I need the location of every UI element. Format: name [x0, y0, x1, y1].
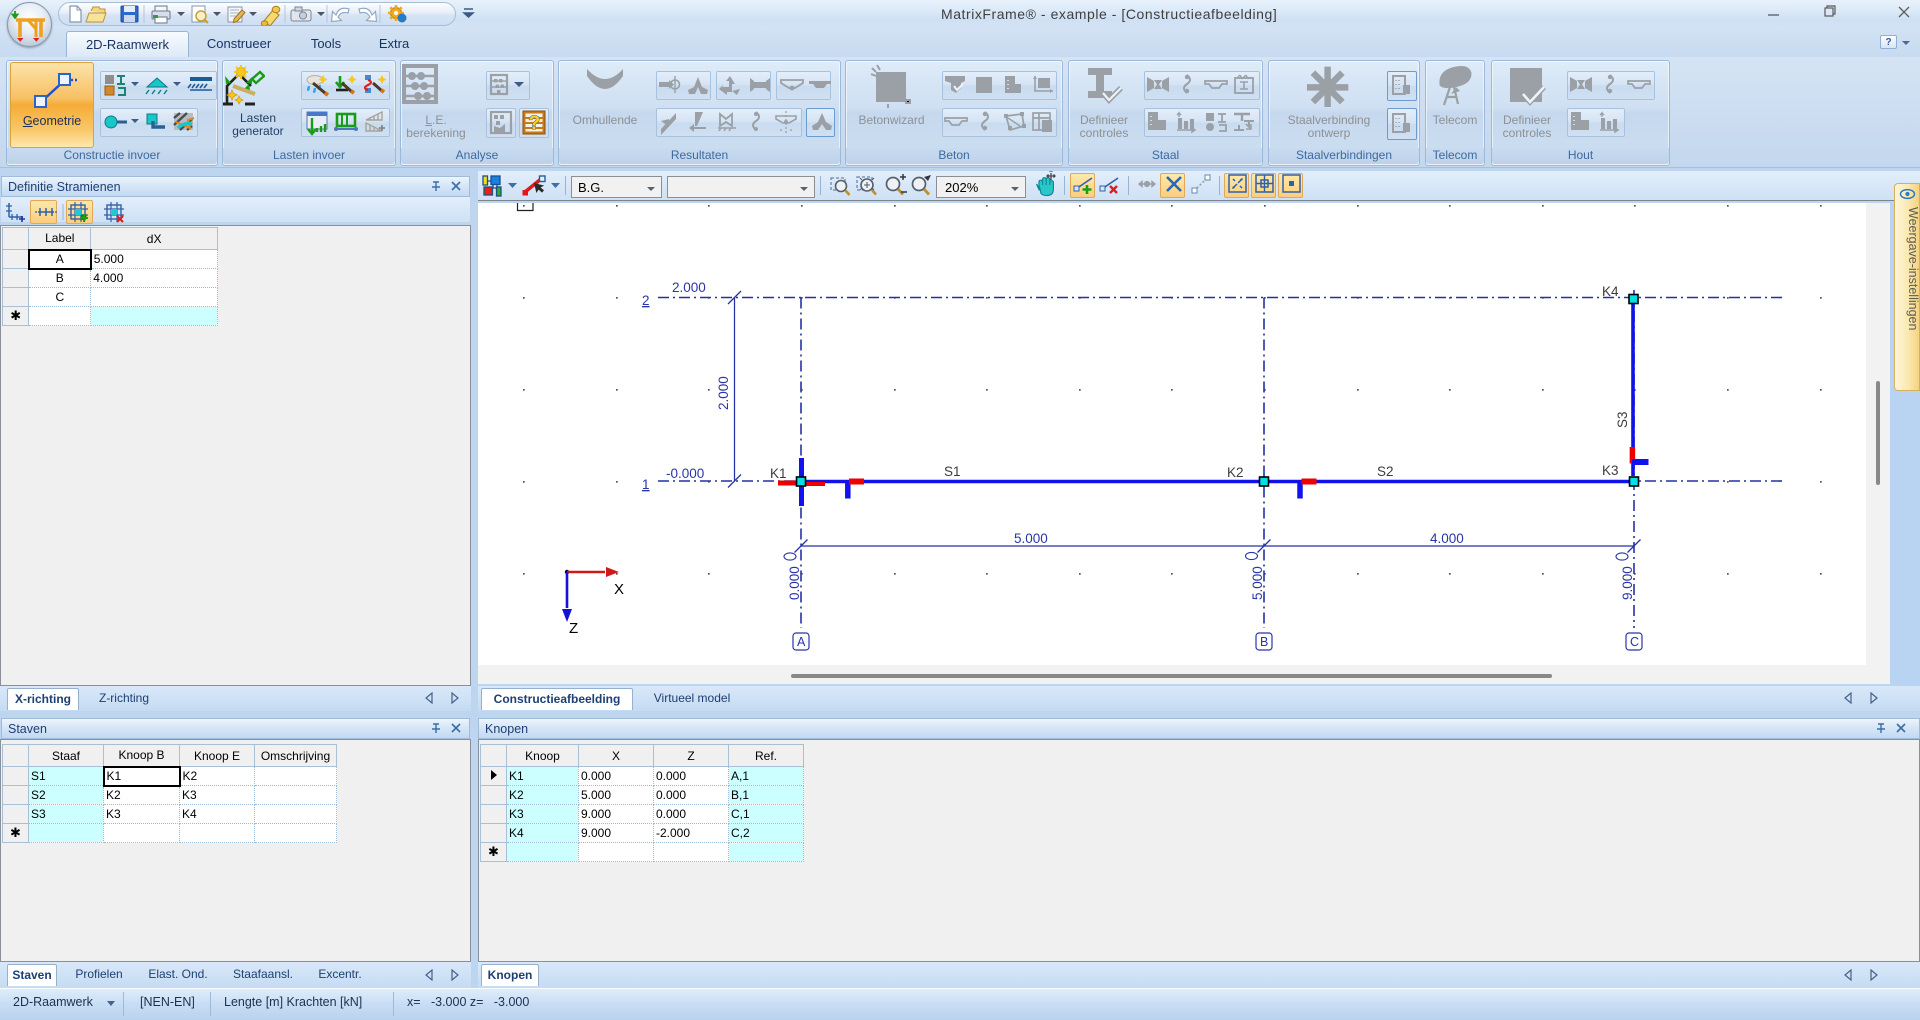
svg-text:?: ? — [529, 113, 541, 134]
svg-text:K2: K2 — [1227, 465, 1244, 480]
svg-text:-0.000: -0.000 — [666, 466, 704, 481]
svg-text:K3: K3 — [1602, 463, 1619, 478]
svg-text:C: C — [1630, 635, 1639, 649]
svg-text:S3: S3 — [1615, 411, 1630, 428]
svg-text:5.000: 5.000 — [1014, 531, 1048, 546]
svg-text:K4: K4 — [1602, 284, 1619, 299]
svg-text:2.000: 2.000 — [716, 376, 731, 410]
svg-text:9.000: 9.000 — [1620, 566, 1635, 600]
svg-text:S1: S1 — [944, 464, 961, 479]
svg-text:X: X — [614, 581, 624, 598]
svg-text:2: 2 — [642, 293, 650, 308]
svg-text:Z: Z — [569, 620, 578, 637]
svg-text:B: B — [1260, 635, 1268, 649]
svg-text:4.000: 4.000 — [1430, 531, 1464, 546]
svg-text:1: 1 — [642, 477, 650, 492]
svg-text:5.000: 5.000 — [1250, 566, 1265, 600]
svg-text:K1: K1 — [770, 466, 787, 481]
svg-text:2.000: 2.000 — [672, 280, 706, 295]
svg-text:0.000: 0.000 — [787, 566, 802, 600]
svg-text:S2: S2 — [1377, 464, 1394, 479]
svg-text:A: A — [797, 635, 806, 649]
